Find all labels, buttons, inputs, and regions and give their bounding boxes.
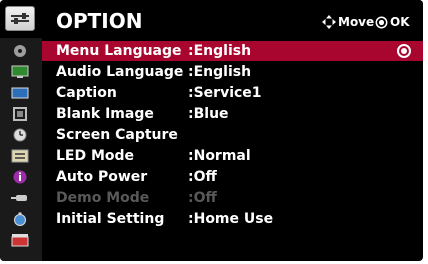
menu-item-value: :English (188, 64, 252, 80)
ok-hint-label: OK (390, 15, 410, 29)
menu-item-value: :Blue (188, 106, 229, 122)
menu-item-value: :English (188, 43, 252, 59)
menu-item-label: Demo Mode (56, 190, 150, 206)
sidebar (0, 38, 42, 261)
ok-select-icon[interactable] (397, 44, 411, 58)
osd-window: OPTION Move OK Menu Language:English Au… (0, 0, 423, 261)
timer-icon[interactable] (11, 211, 29, 226)
menu-item-label: Blank Image (56, 106, 154, 122)
page-title: OPTION (56, 9, 143, 33)
move-hint-label: Move (338, 15, 375, 29)
info-icon[interactable] (11, 169, 29, 184)
menu-item-value: :Normal (188, 148, 251, 164)
menu-item-demo-mode: Demo Mode :Off (42, 188, 423, 208)
menu-item-label: Caption (56, 85, 117, 101)
input-icon[interactable] (11, 190, 29, 204)
move-arrows-icon (322, 15, 336, 29)
menu-item-label: Menu Language (56, 43, 182, 59)
option-menu: Menu Language :English Audio Language :E… (42, 38, 423, 261)
clock-icon[interactable] (11, 127, 29, 142)
menu-item-label: LED Mode (56, 148, 135, 164)
menu-item-label: Screen Capture (56, 127, 178, 143)
square-icon[interactable] (11, 106, 29, 121)
ok-hint: OK (375, 15, 410, 29)
ok-button-icon (375, 16, 388, 28)
move-hint: Move (322, 15, 374, 29)
menu-item-label: Audio Language (56, 64, 184, 80)
menu-item-screen-capture[interactable]: Screen Capture (42, 125, 423, 145)
option-settings-icon (5, 6, 35, 31)
menu-item-label: Auto Power (56, 169, 148, 185)
menu-item-auto-power[interactable]: Auto Power :Off (42, 167, 423, 187)
menu-item-led-mode[interactable]: LED Mode :Normal (42, 146, 423, 166)
menu-item-value: :Off (188, 169, 217, 185)
menu-item-value: :Home Use (188, 211, 274, 227)
menu-item-menu-language[interactable]: Menu Language :English (42, 41, 423, 61)
monitor-icon[interactable] (11, 64, 29, 78)
header: OPTION Move OK (0, 0, 423, 38)
menu-item-blank-image[interactable]: Blank Image :Blue (42, 104, 423, 124)
menu-item-value: :Off (188, 190, 217, 206)
menu-item-label: Initial Setting (56, 211, 165, 227)
option-icon[interactable] (11, 148, 29, 163)
clapper-icon[interactable] (11, 232, 29, 247)
menu-item-value: :Service1 (188, 85, 262, 101)
menu-item-caption[interactable]: Caption :Service1 (42, 83, 423, 103)
menu-item-audio-language[interactable]: Audio Language :English (42, 62, 423, 82)
menu-item-initial-setting[interactable]: Initial Setting :Home Use (42, 209, 423, 229)
disc-icon[interactable] (11, 43, 29, 57)
screen-icon[interactable] (11, 85, 29, 99)
